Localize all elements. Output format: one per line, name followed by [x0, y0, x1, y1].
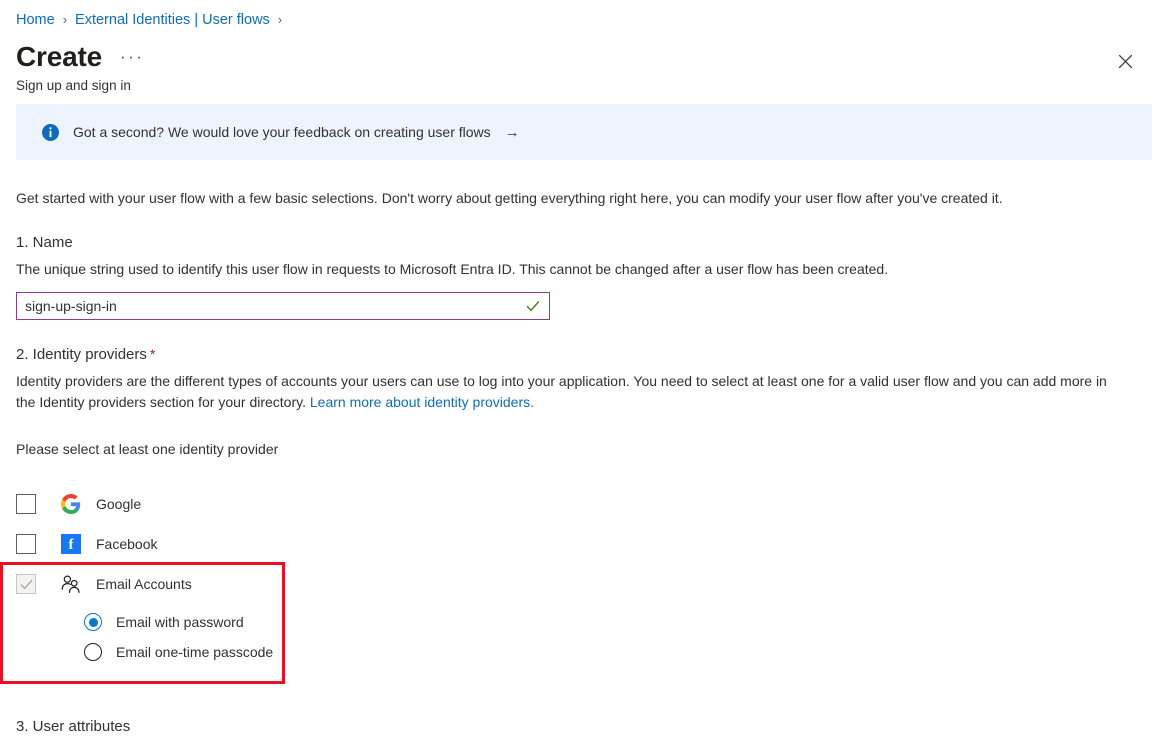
page-title-row: Create ··· [16, 40, 144, 74]
section-heading-identity-providers: 2. Identity providers* [16, 344, 1136, 365]
provider-label-facebook: Facebook [96, 534, 157, 554]
page-subtitle: Sign up and sign in [16, 77, 131, 95]
identity-providers-description-text: Identity providers are the different typ… [16, 373, 1107, 410]
provider-row-facebook[interactable]: f Facebook [16, 529, 1136, 559]
name-input-wrapper[interactable] [16, 292, 550, 320]
google-icon [60, 493, 82, 515]
breadcrumb-separator-icon-2: › [278, 10, 282, 30]
breadcrumb: Home › External Identities | User flows … [16, 10, 290, 30]
arrow-right-icon: → [505, 124, 520, 141]
breadcrumb-separator-icon: › [63, 10, 67, 30]
main-content: Get started with your user flow with a f… [16, 188, 1136, 665]
checkmark-icon [20, 579, 33, 590]
section-description-identity-providers: Identity providers are the different typ… [16, 371, 1126, 413]
section-heading-identity-providers-label: 2. Identity providers [16, 346, 147, 363]
checkbox-email-accounts [16, 574, 36, 594]
breadcrumb-item-external-identities[interactable]: External Identities | User flows [75, 10, 270, 30]
section-heading-name: 1. Name [16, 232, 1136, 253]
radio-label-email-with-password: Email with password [116, 612, 244, 632]
provider-row-google[interactable]: Google [16, 489, 1136, 519]
required-asterisk: * [150, 346, 155, 362]
provider-row-email-accounts: Email Accounts [16, 569, 1136, 599]
checkbox-google[interactable] [16, 494, 36, 514]
page-title: Create [16, 40, 102, 74]
close-button[interactable] [1108, 44, 1142, 78]
section-description-name: The unique string used to identify this … [16, 259, 1126, 280]
feedback-banner-text: Got a second? We would love your feedbac… [73, 122, 491, 142]
provider-label-email-accounts: Email Accounts [96, 574, 192, 594]
select-provider-prompt: Please select at least one identity prov… [16, 439, 1136, 459]
close-icon [1118, 54, 1133, 69]
feedback-banner: Got a second? We would love your feedbac… [16, 104, 1152, 160]
validation-check-icon [526, 300, 540, 312]
radio-label-email-one-time-passcode: Email one-time passcode [116, 642, 273, 662]
provider-label-google: Google [96, 494, 141, 514]
feedback-link[interactable]: Got a second? We would love your feedbac… [73, 122, 520, 142]
info-icon [42, 124, 59, 141]
checkbox-facebook[interactable] [16, 534, 36, 554]
facebook-icon: f [60, 533, 82, 555]
name-input[interactable] [17, 293, 526, 319]
radio-row-email-with-password[interactable]: Email with password [84, 609, 1136, 635]
radio-email-one-time-passcode[interactable] [84, 643, 102, 661]
section-heading-user-attributes: 3. User attributes [16, 716, 130, 737]
email-accounts-group: Email Accounts Email with password Email… [16, 569, 1136, 665]
identity-provider-list: Google f Facebook [16, 489, 1136, 665]
breadcrumb-item-home[interactable]: Home [16, 10, 55, 30]
more-options-button[interactable]: ··· [120, 47, 144, 67]
radio-row-email-one-time-passcode[interactable]: Email one-time passcode [84, 639, 1136, 665]
contacts-icon [60, 573, 82, 595]
intro-text: Get started with your user flow with a f… [16, 188, 1136, 208]
learn-more-identity-providers-link[interactable]: Learn more about identity providers. [310, 394, 534, 410]
radio-email-with-password[interactable] [84, 613, 102, 631]
